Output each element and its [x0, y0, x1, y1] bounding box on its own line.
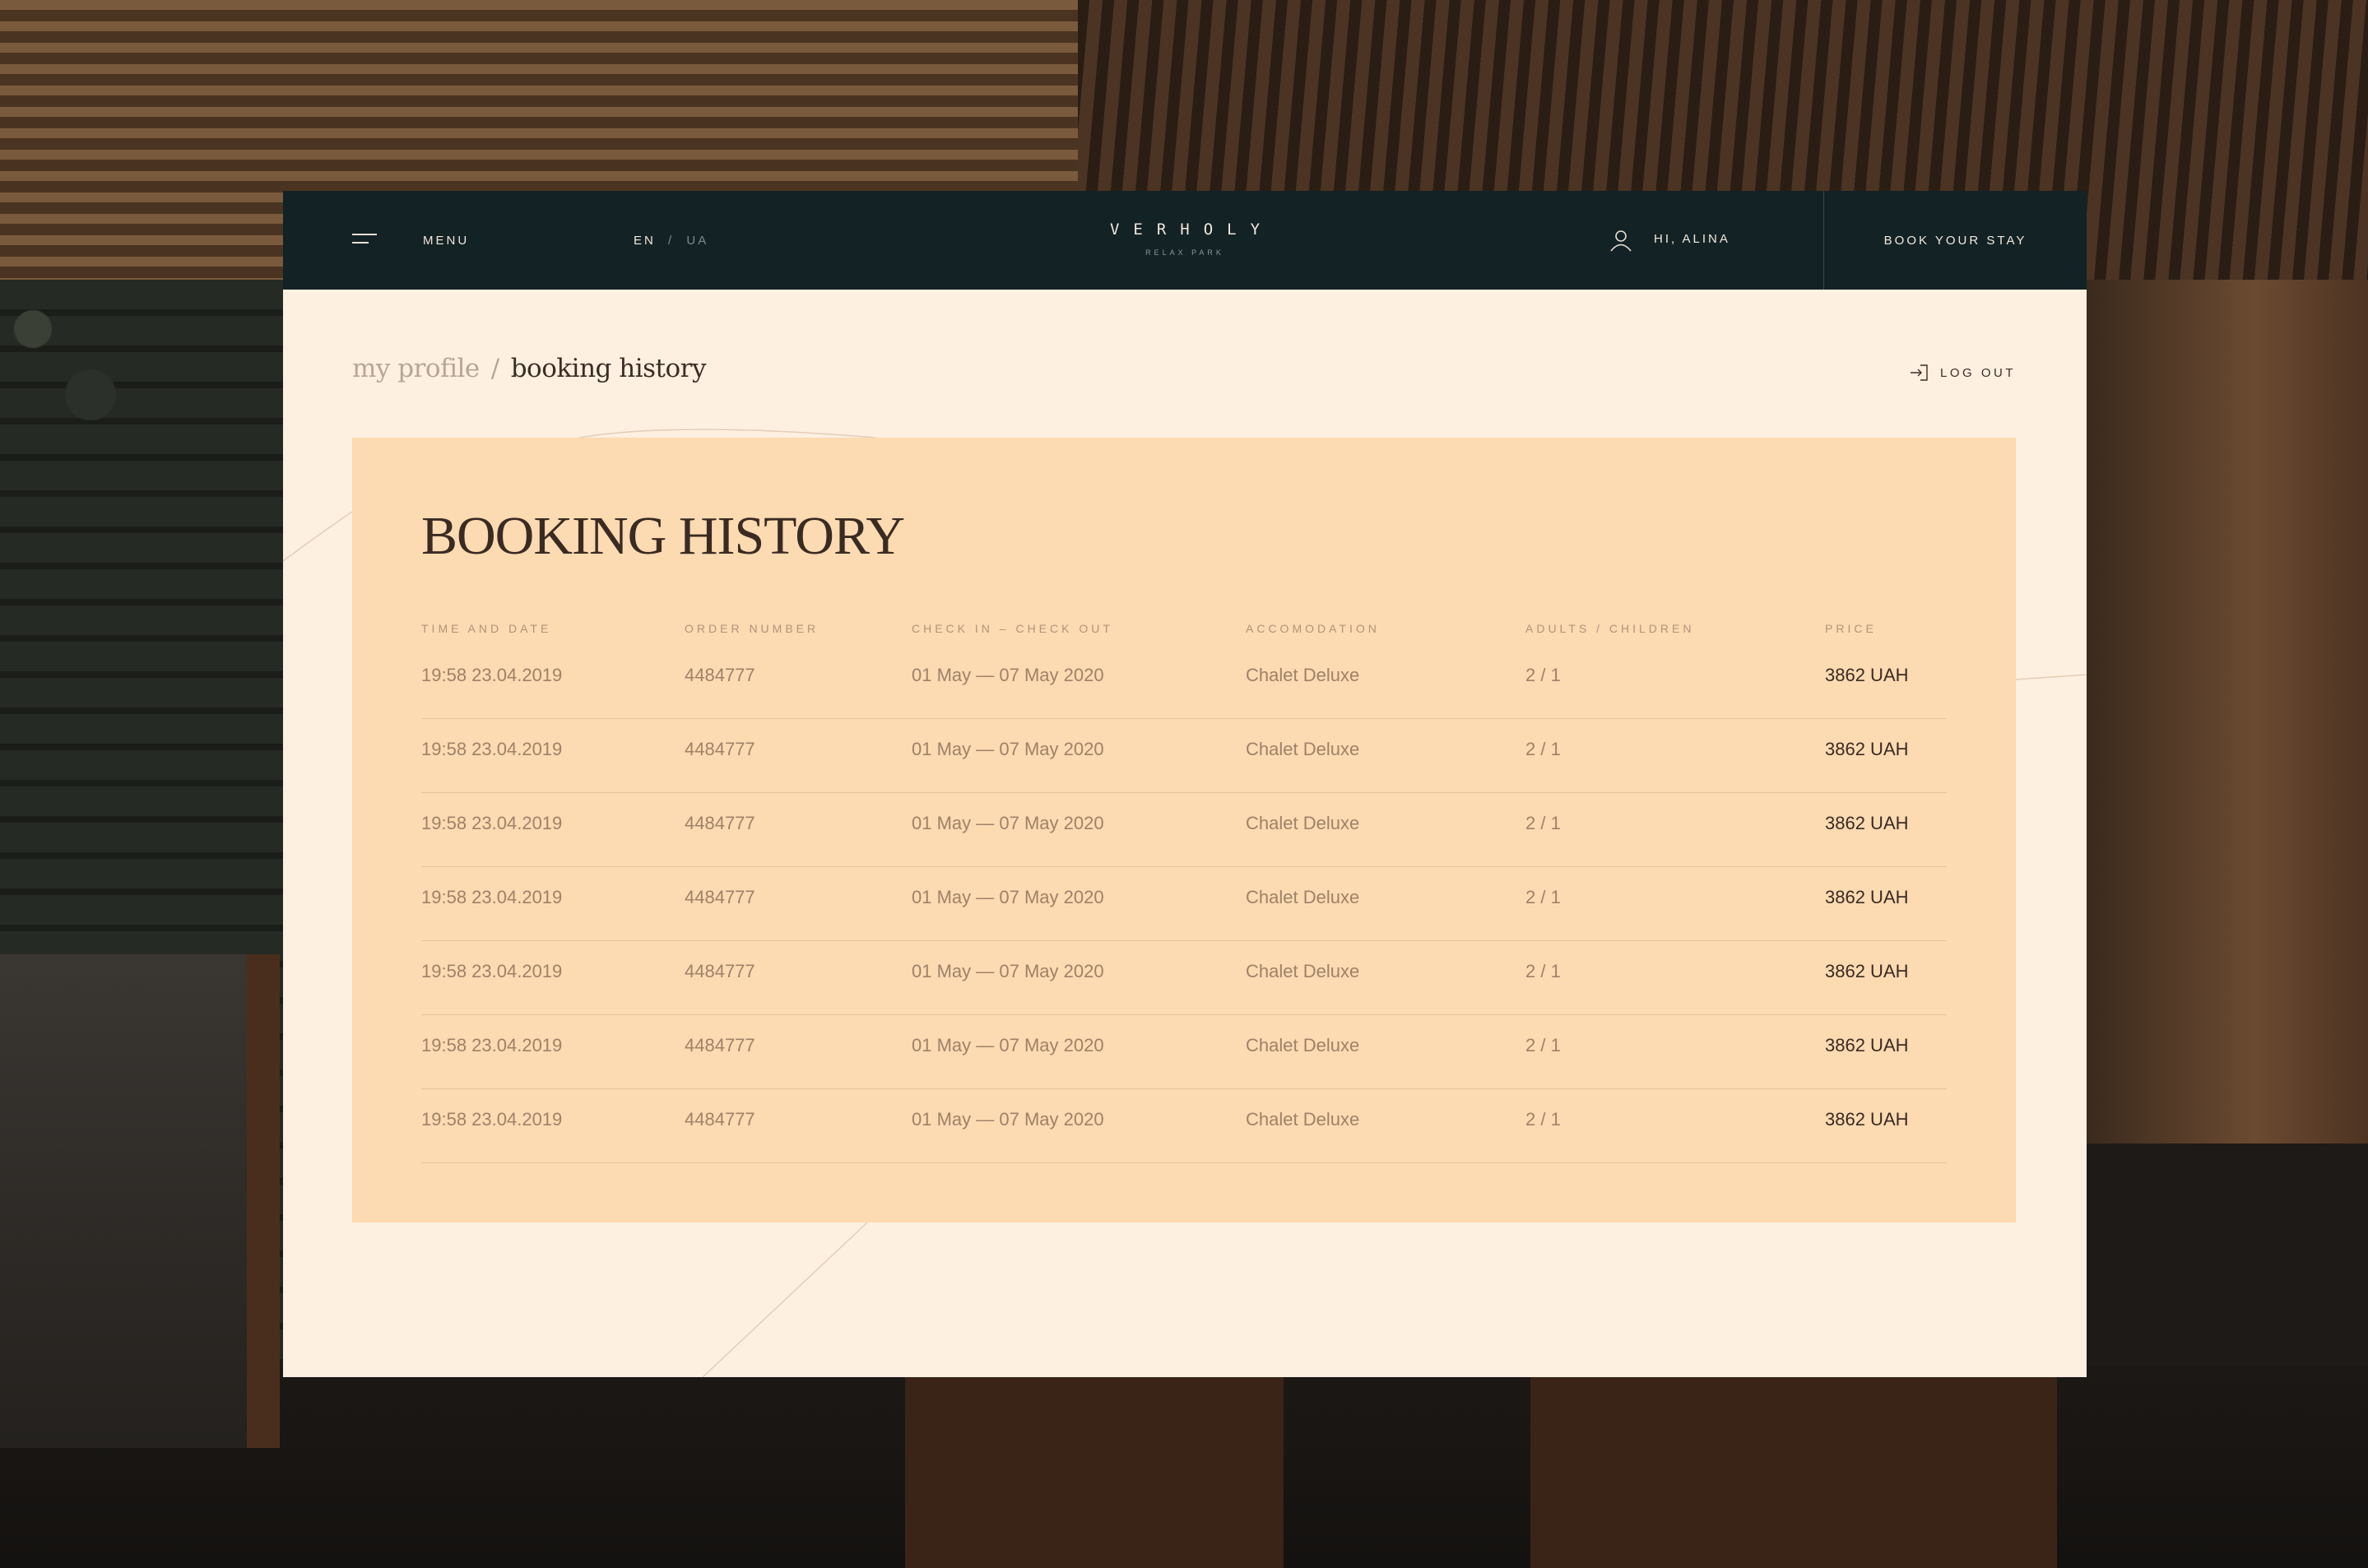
cell-adults-children: 2 / 1 — [1525, 961, 1561, 981]
breadcrumb: my profile / booking history — [352, 354, 706, 383]
cell-adults-children: 2 / 1 — [1525, 1109, 1561, 1130]
table-row[interactable]: 19:58 23.04.2019 4484777 01 May — 07 May 2… — [421, 941, 1947, 1015]
cell-order-number: 4484777 — [685, 665, 755, 685]
book-your-stay-button[interactable]: BOOK YOUR STAY — [1823, 191, 2087, 290]
column-header: ACCOMODATION — [1246, 622, 1380, 635]
cell-price: 3862 UAH — [1825, 887, 1909, 907]
table-row[interactable]: 19:58 23.04.2019 4484777 01 May — 07 May 2… — [421, 1015, 1947, 1089]
cell-time-date: 19:58 23.04.2019 — [421, 813, 563, 833]
top-navigation-bar: MENU EN / UA VERHOLY RELAX PARK HI, ALIN… — [283, 191, 2087, 290]
table-header: TIME AND DATE ORDER NUMBER CHECK IN – CH… — [421, 612, 1947, 645]
table-row[interactable]: 19:58 23.04.2019 4484777 01 May — 07 May 2… — [421, 793, 1947, 867]
logo-wordmark: VERHOLY — [1109, 220, 1275, 239]
column-header: TIME AND DATE — [421, 622, 552, 635]
cell-adults-children: 2 / 1 — [1525, 887, 1561, 907]
table-row[interactable]: 19:58 23.04.2019 4484777 01 May — 07 May 2… — [421, 719, 1947, 793]
lang-ua[interactable]: UA — [686, 234, 708, 248]
cell-adults-children: 2 / 1 — [1525, 739, 1561, 759]
table-row[interactable]: 19:58 23.04.2019 4484777 01 May — 07 May 2… — [421, 1089, 1947, 1163]
armchair — [0, 954, 280, 1448]
main-panel: MENU EN / UA VERHOLY RELAX PARK HI, ALIN… — [283, 191, 2087, 1377]
ottoman — [905, 1374, 1284, 1568]
lang-separator: / — [668, 234, 675, 248]
column-header: ORDER NUMBER — [685, 622, 820, 635]
cell-order-number: 4484777 — [685, 1109, 755, 1130]
cell-check-in-out: 01 May — 07 May 2020 — [912, 887, 1104, 907]
cell-adults-children: 2 / 1 — [1525, 813, 1561, 833]
cell-check-in-out: 01 May — 07 May 2020 — [912, 1109, 1104, 1130]
cell-adults-children: 2 / 1 — [1525, 1035, 1561, 1055]
wood-wall — [2087, 280, 2368, 1144]
cell-accommodation: Chalet Deluxe — [1246, 961, 1360, 981]
logout-button[interactable]: LOG OUT — [1909, 364, 2016, 382]
cell-time-date: 19:58 23.04.2019 — [421, 739, 563, 759]
user-icon[interactable] — [1609, 229, 1632, 252]
cell-accommodation: Chalet Deluxe — [1246, 665, 1360, 685]
column-header: ADULTS / CHILDREN — [1525, 622, 1695, 635]
cell-price: 3862 UAH — [1825, 1035, 1909, 1055]
cell-time-date: 19:58 23.04.2019 — [421, 887, 563, 907]
cell-accommodation: Chalet Deluxe — [1246, 887, 1360, 907]
cell-time-date: 19:58 23.04.2019 — [421, 665, 563, 685]
booking-table: TIME AND DATE ORDER NUMBER CHECK IN – CH… — [421, 612, 1947, 1163]
booking-history-card: BOOKING HISTORY TIME AND DATE ORDER NUMB… — [352, 438, 2016, 1222]
cell-check-in-out: 01 May — 07 May 2020 — [912, 665, 1104, 685]
column-header: CHECK IN – CHECK OUT — [912, 622, 1113, 635]
user-greeting[interactable]: HI, ALINA — [1654, 232, 1730, 246]
logout-label: LOG OUT — [1940, 365, 2017, 380]
table-row[interactable]: 19:58 23.04.2019 4484777 01 May — 07 May 2… — [421, 645, 1947, 719]
cell-order-number: 4484777 — [685, 813, 755, 833]
cell-time-date: 19:58 23.04.2019 — [421, 1109, 563, 1130]
cell-time-date: 19:58 23.04.2019 — [421, 961, 563, 981]
cell-check-in-out: 01 May — 07 May 2020 — [912, 1035, 1104, 1055]
language-switcher: EN / UA — [634, 234, 708, 248]
cell-check-in-out: 01 May — 07 May 2020 — [912, 739, 1104, 759]
menu-button[interactable]: MENU — [423, 234, 469, 248]
cell-price: 3862 UAH — [1825, 961, 1909, 981]
cell-order-number: 4484777 — [685, 961, 755, 981]
hamburger-icon[interactable] — [352, 234, 377, 247]
cell-accommodation: Chalet Deluxe — [1246, 739, 1360, 759]
cell-order-number: 4484777 — [685, 1035, 755, 1055]
cell-accommodation: Chalet Deluxe — [1246, 813, 1360, 833]
cell-accommodation: Chalet Deluxe — [1246, 1035, 1360, 1055]
breadcrumb-booking-history: booking history — [510, 354, 707, 383]
column-header: PRICE — [1825, 622, 1877, 635]
cell-accommodation: Chalet Deluxe — [1246, 1109, 1360, 1130]
cell-price: 3862 UAH — [1825, 1109, 1909, 1130]
logout-icon — [1911, 364, 1928, 381]
cell-order-number: 4484777 — [685, 739, 755, 759]
cell-check-in-out: 01 May — 07 May 2020 — [912, 813, 1104, 833]
cell-price: 3862 UAH — [1825, 813, 1909, 833]
ottoman — [1530, 1374, 2057, 1568]
logo-tagline: RELAX PARK — [1145, 248, 1224, 257]
cell-order-number: 4484777 — [685, 887, 755, 907]
book-your-stay-label: BOOK YOUR STAY — [1883, 233, 2027, 248]
cell-time-date: 19:58 23.04.2019 — [421, 1035, 563, 1055]
cell-price: 3862 UAH — [1825, 665, 1909, 685]
cell-check-in-out: 01 May — 07 May 2020 — [912, 961, 1104, 981]
breadcrumb-my-profile[interactable]: my profile — [352, 354, 480, 383]
lang-en[interactable]: EN — [634, 234, 656, 248]
cell-price: 3862 UAH — [1825, 739, 1909, 759]
logo[interactable]: VERHOLY RELAX PARK — [1086, 220, 1284, 257]
cell-adults-children: 2 / 1 — [1525, 665, 1561, 685]
table-body: 19:58 23.04.2019 4484777 01 May — 07 May 2… — [421, 645, 1947, 1163]
booking-history-title: BOOKING HISTORY — [421, 506, 905, 566]
table-row[interactable]: 19:58 23.04.2019 4484777 01 May — 07 May 2… — [421, 867, 1947, 941]
breadcrumb-separator: / — [490, 354, 499, 383]
